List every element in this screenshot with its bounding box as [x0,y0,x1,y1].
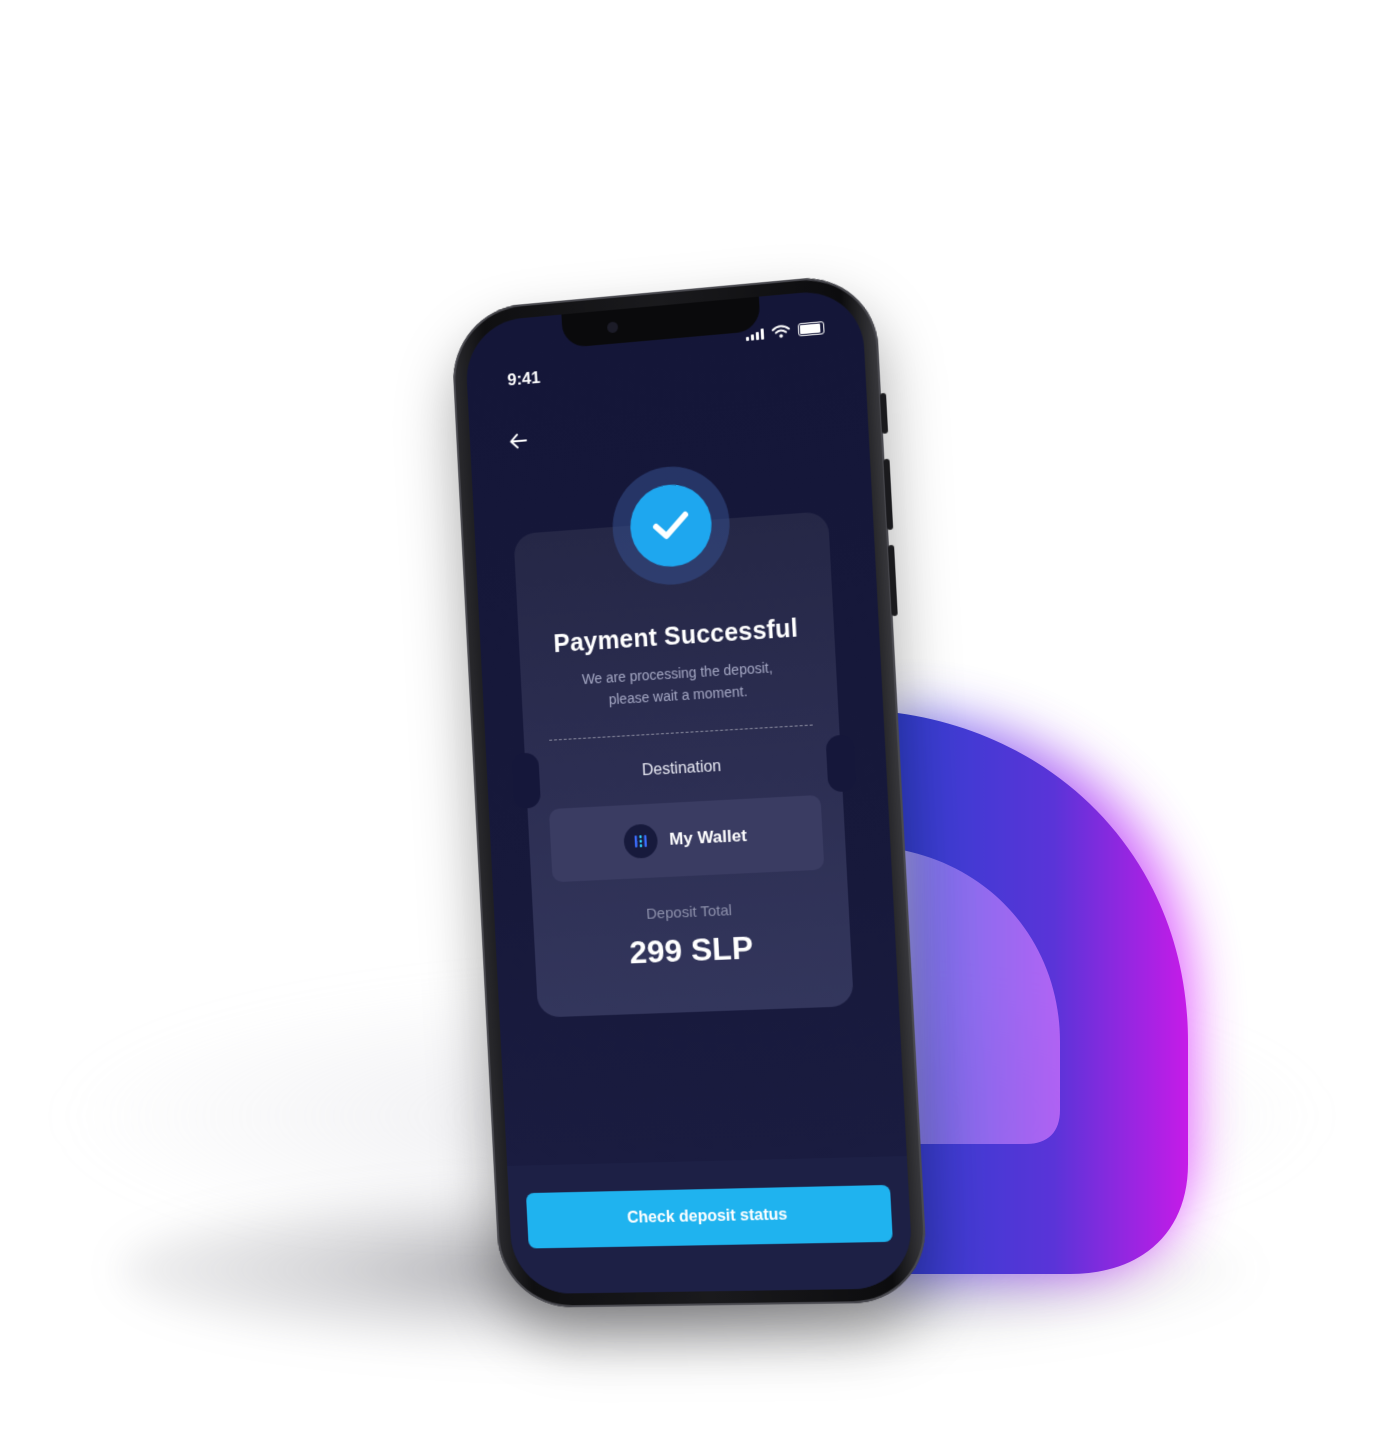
destination-wallet[interactable]: My Wallet [549,795,824,882]
phone-silent-switch [880,393,888,434]
wallet-logo-icon [623,823,658,859]
phone-mockup: 9:41 Payment Successful We are processin… [450,272,929,1308]
front-camera [607,321,618,333]
app-screen: 9:41 Payment Successful We are processin… [464,287,914,1294]
back-button[interactable] [504,426,532,456]
wifi-icon [772,324,791,339]
status-bar-time: 9:41 [507,368,541,391]
payment-title: Payment Successful [518,612,834,661]
destination-label: Destination [525,751,841,786]
status-bar-icons [745,321,824,341]
deposit-total-value: 299 SLP [534,925,851,975]
deposit-total-label: Deposit Total [533,897,849,928]
ticket-divider [549,725,813,741]
wallet-name: My Wallet [669,826,747,850]
check-deposit-status-button[interactable]: Check deposit status [526,1185,893,1249]
cellular-signal-icon [746,328,765,341]
check-icon [650,508,691,543]
showcase-scene: 9:41 Payment Successful We are processin… [0,0,1384,1456]
bottom-action-bar: Check deposit status [507,1156,914,1294]
arrow-left-icon [509,432,527,449]
payment-message: We are processing the deposit, please wa… [559,655,797,713]
battery-icon [798,321,825,336]
payment-receipt-card: Payment Successful We are processing the… [513,511,854,1018]
